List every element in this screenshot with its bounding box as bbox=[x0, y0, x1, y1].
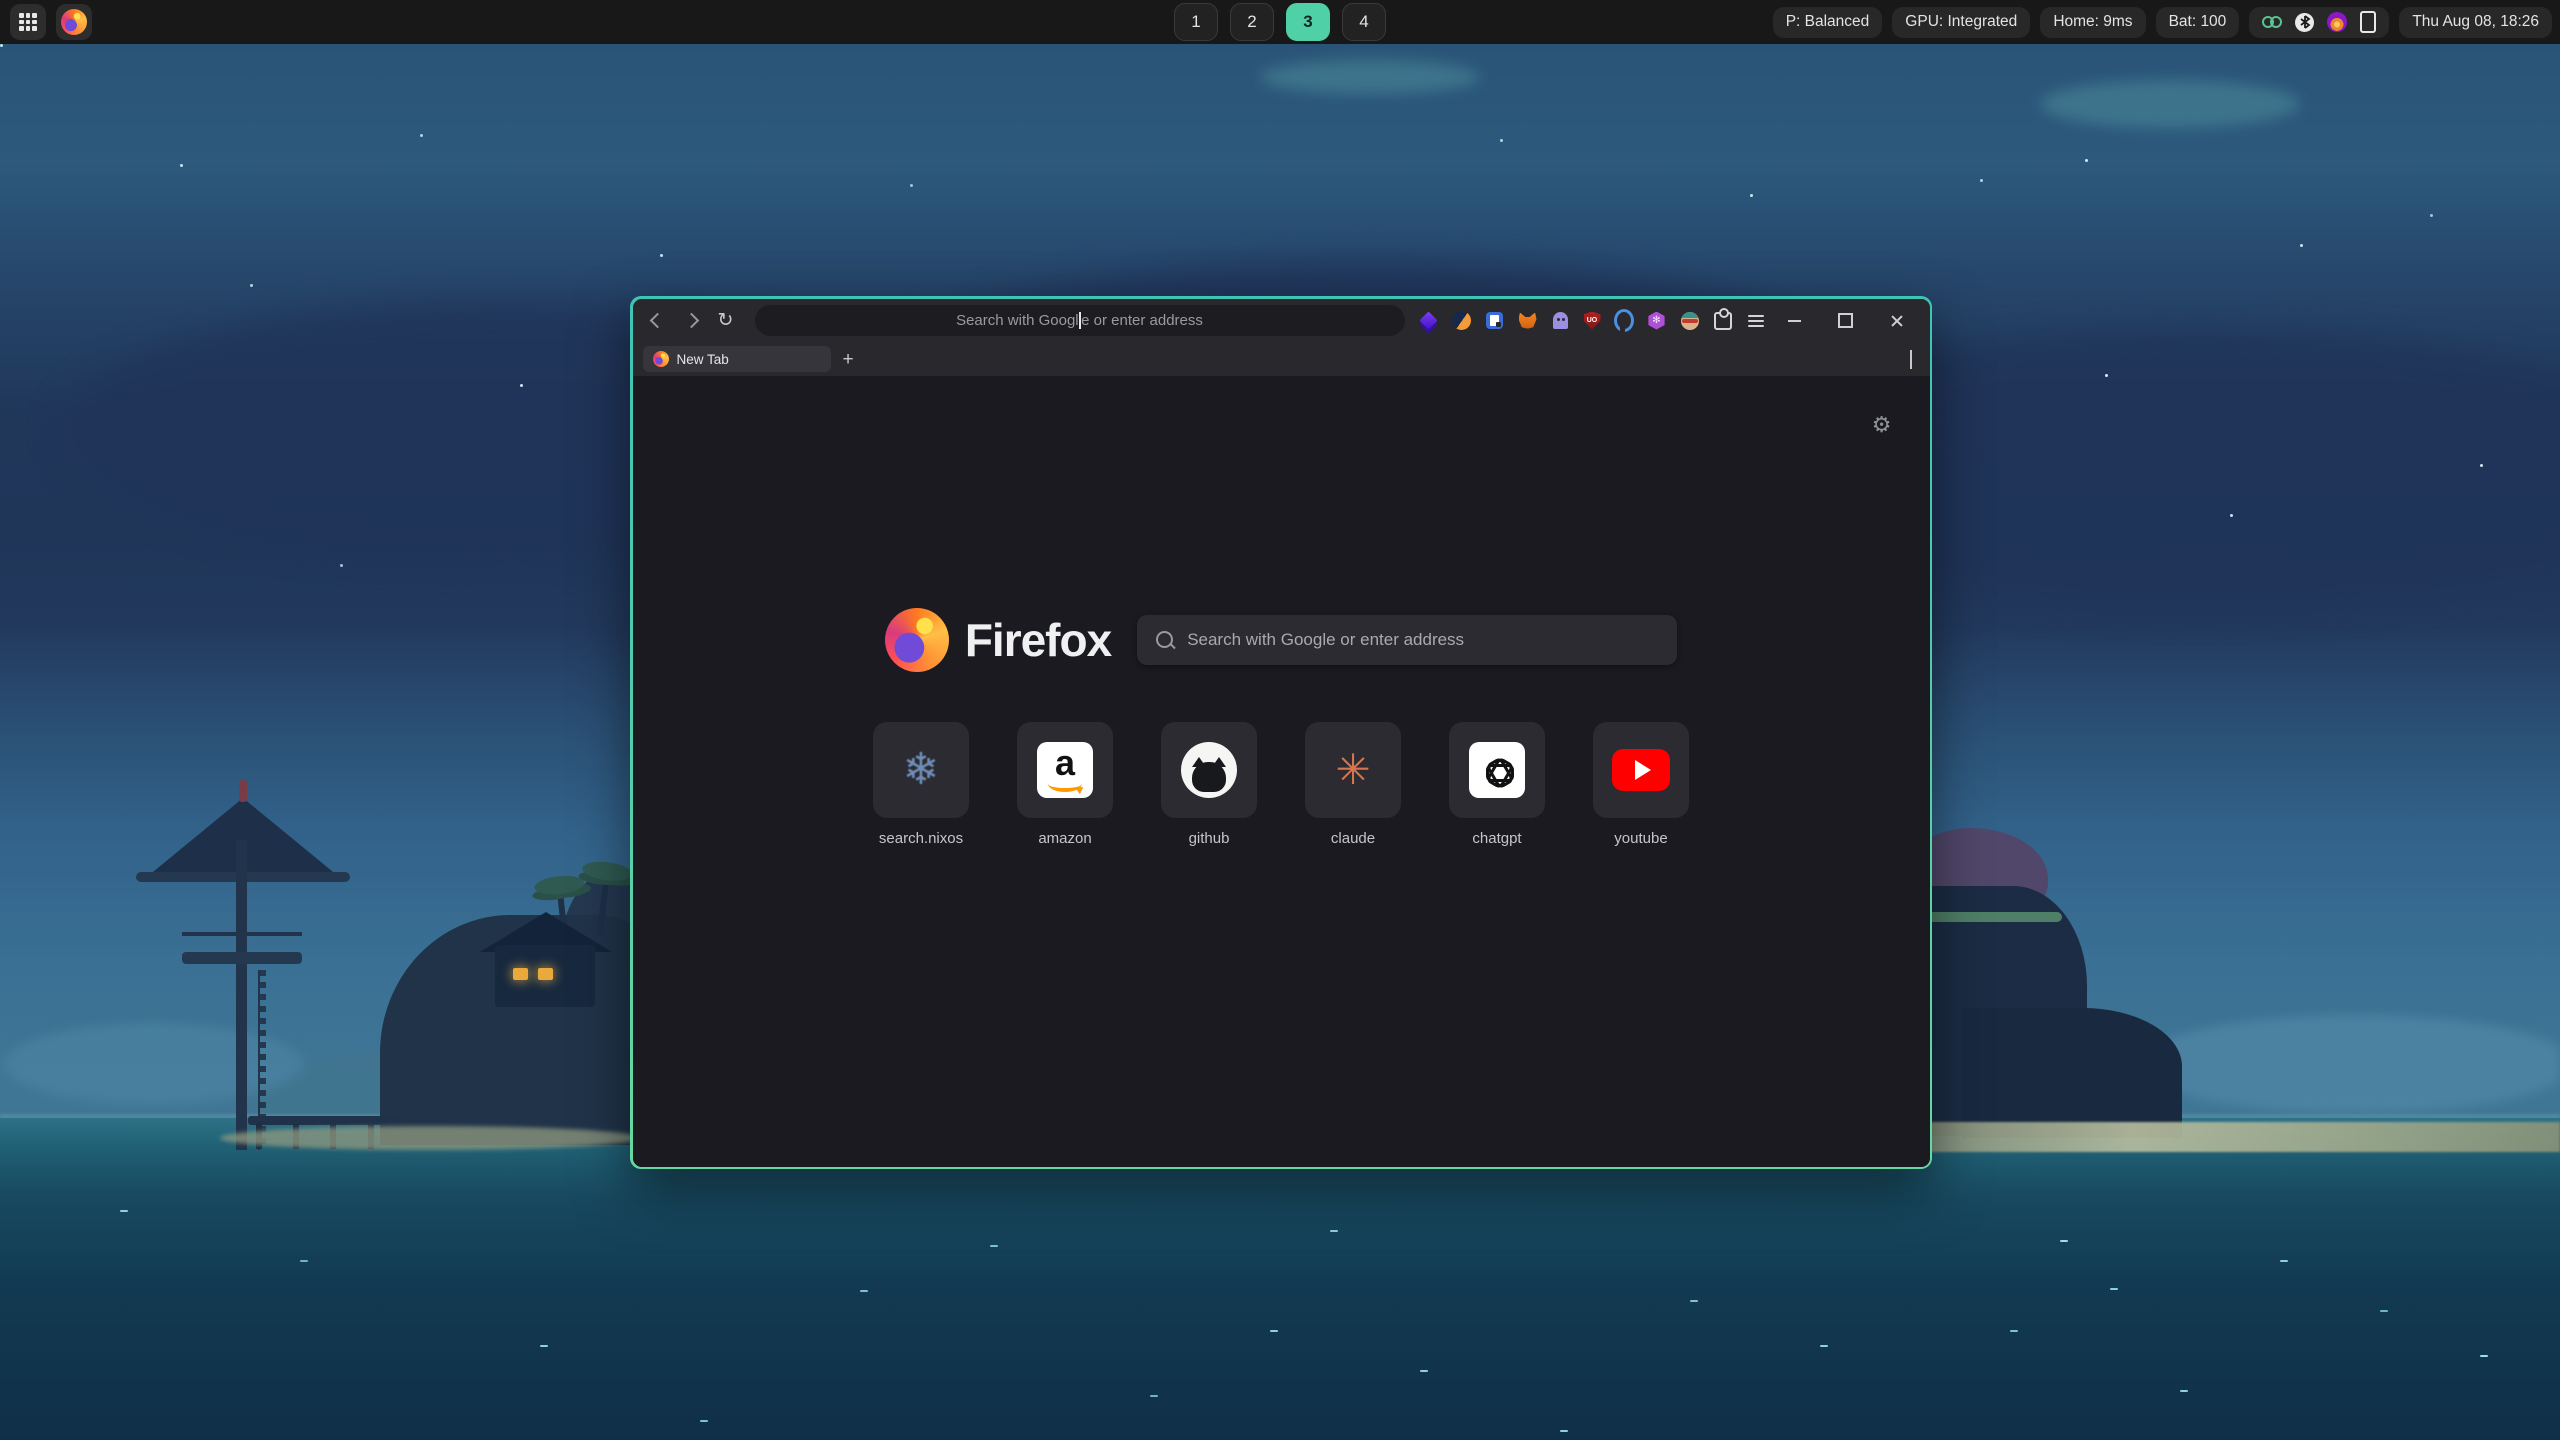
newtab-search-input[interactable] bbox=[1185, 629, 1677, 651]
wallpaper-cloud bbox=[2040, 80, 2300, 128]
system-tray[interactable] bbox=[2249, 7, 2389, 38]
newtab-search-box[interactable] bbox=[1137, 615, 1677, 665]
reload-button[interactable]: ↻ bbox=[713, 308, 739, 334]
back-icon bbox=[650, 313, 666, 329]
reload-icon: ↻ bbox=[718, 311, 734, 330]
claude-starburst-icon: ✳ bbox=[1335, 745, 1370, 794]
extension-purple-gem-icon[interactable] bbox=[1419, 311, 1439, 331]
extension-password-lock-shield-icon[interactable] bbox=[1485, 311, 1505, 331]
forward-icon bbox=[684, 313, 700, 329]
new-tab-page: ⚙ Firefox ❄ search.nixos bbox=[633, 376, 1930, 1167]
firefox-brand: Firefox bbox=[885, 608, 1111, 672]
extension-ublock-origin-icon[interactable]: UO bbox=[1584, 312, 1601, 330]
new-tab-button[interactable]: + bbox=[843, 350, 854, 369]
tile-label: amazon bbox=[1038, 830, 1091, 847]
tile-chatgpt[interactable]: chatgpt bbox=[1449, 722, 1545, 847]
list-all-tabs-button[interactable] bbox=[1910, 350, 1912, 368]
launcher-button[interactable] bbox=[10, 4, 46, 40]
chevron-down-icon bbox=[1910, 350, 1912, 369]
close-icon bbox=[1890, 314, 1904, 328]
wallpaper-stars bbox=[0, 44, 3, 47]
window-controls bbox=[1782, 308, 1918, 334]
tile-youtube[interactable]: youtube bbox=[1593, 722, 1689, 847]
extensions-puzzle-icon[interactable] bbox=[1713, 311, 1733, 331]
status-bar: 1 2 3 4 P: Balanced GPU: Integrated Home… bbox=[0, 0, 2560, 44]
extension-ghostery-ghost-icon[interactable] bbox=[1551, 311, 1571, 331]
firefox-logo bbox=[885, 608, 949, 672]
tile-github[interactable]: github bbox=[1161, 722, 1257, 847]
menu-button[interactable] bbox=[1746, 311, 1766, 331]
tab-bar: New Tab + bbox=[633, 343, 1930, 376]
forward-button[interactable] bbox=[679, 308, 705, 334]
url-bar[interactable]: Search with Google or enter address bbox=[755, 305, 1405, 336]
firefox-wordmark: Firefox bbox=[965, 613, 1111, 667]
extension-purple-hex-icon[interactable]: ✻ bbox=[1647, 311, 1667, 331]
close-button[interactable] bbox=[1884, 308, 1910, 334]
extension-navy-orange-orbit-icon[interactable] bbox=[1452, 311, 1472, 331]
tab-new-tab[interactable]: New Tab bbox=[643, 346, 831, 372]
maximize-icon bbox=[1838, 313, 1853, 328]
extension-toolbar: UO ✻ bbox=[1419, 311, 1766, 331]
firefox-taskbar-button[interactable] bbox=[56, 4, 92, 40]
wallpaper-beach-right bbox=[1902, 1122, 2560, 1152]
firefox-window: ↻ Search with Google or enter address UO… bbox=[630, 296, 1932, 1169]
openai-knot-icon bbox=[1469, 742, 1525, 798]
urlbar-placeholder: e or enter address bbox=[1081, 312, 1203, 329]
minimize-icon bbox=[1788, 320, 1801, 322]
nixos-snowflake-icon: ❄ bbox=[903, 744, 940, 795]
phone-icon[interactable] bbox=[2360, 11, 2376, 33]
power-profile-badge[interactable]: P: Balanced bbox=[1773, 7, 1883, 38]
wallpaper-cliff-right bbox=[1902, 828, 2362, 1158]
ping-badge[interactable]: Home: 9ms bbox=[2040, 7, 2145, 38]
firefox-icon bbox=[61, 9, 87, 35]
gpu-badge[interactable]: GPU: Integrated bbox=[1892, 7, 2030, 38]
extension-metamask-fox-icon[interactable] bbox=[1518, 311, 1538, 331]
tile-claude[interactable]: ✳ claude bbox=[1305, 722, 1401, 847]
clock[interactable]: Thu Aug 08, 18:26 bbox=[2399, 7, 2552, 38]
tile-label: claude bbox=[1331, 830, 1375, 847]
workspace-3-active[interactable]: 3 bbox=[1286, 3, 1330, 41]
bluetooth-icon[interactable] bbox=[2295, 13, 2314, 32]
workspace-2[interactable]: 2 bbox=[1230, 3, 1274, 41]
tile-search-nixos[interactable]: ❄ search.nixos bbox=[873, 722, 969, 847]
wallpaper-island-left bbox=[130, 780, 670, 1170]
amazon-a-icon: a bbox=[1037, 742, 1093, 798]
vpn-glasses-icon[interactable] bbox=[2262, 16, 2282, 28]
workspace-4[interactable]: 4 bbox=[1342, 3, 1386, 41]
flame-badge-icon[interactable] bbox=[2327, 12, 2347, 32]
workspace-switcher: 1 2 3 4 bbox=[1174, 3, 1386, 41]
github-octocat-icon bbox=[1181, 742, 1237, 798]
wallpaper-cloud bbox=[1260, 60, 1480, 94]
personalize-gear-icon[interactable]: ⚙ bbox=[1872, 412, 1892, 438]
tile-label: chatgpt bbox=[1472, 830, 1521, 847]
desktop: 1 2 3 4 P: Balanced GPU: Integrated Home… bbox=[0, 0, 2560, 1440]
navigation-toolbar: ↻ Search with Google or enter address UO… bbox=[633, 299, 1930, 343]
tile-label: search.nixos bbox=[879, 830, 963, 847]
workspace-1[interactable]: 1 bbox=[1174, 3, 1218, 41]
tab-label: New Tab bbox=[677, 352, 729, 367]
shortcut-tiles: ❄ search.nixos a amazon github ✳ c bbox=[633, 722, 1930, 847]
battery-badge[interactable]: Bat: 100 bbox=[2156, 7, 2240, 38]
extension-agent-face-icon[interactable] bbox=[1680, 311, 1700, 331]
youtube-play-icon bbox=[1612, 749, 1670, 791]
search-icon bbox=[1156, 631, 1173, 648]
firefox-favicon bbox=[653, 351, 669, 367]
urlbar-placeholder: Search with Googl bbox=[956, 312, 1079, 329]
tile-label: youtube bbox=[1614, 830, 1667, 847]
hamburger-icon bbox=[1748, 315, 1764, 327]
extension-nord-arc-icon[interactable] bbox=[1614, 311, 1634, 331]
maximize-button[interactable] bbox=[1833, 308, 1859, 334]
app-grid-icon bbox=[19, 13, 37, 31]
tile-label: github bbox=[1189, 830, 1230, 847]
minimize-button[interactable] bbox=[1782, 308, 1808, 334]
back-button[interactable] bbox=[645, 308, 671, 334]
tile-amazon[interactable]: a amazon bbox=[1017, 722, 1113, 847]
